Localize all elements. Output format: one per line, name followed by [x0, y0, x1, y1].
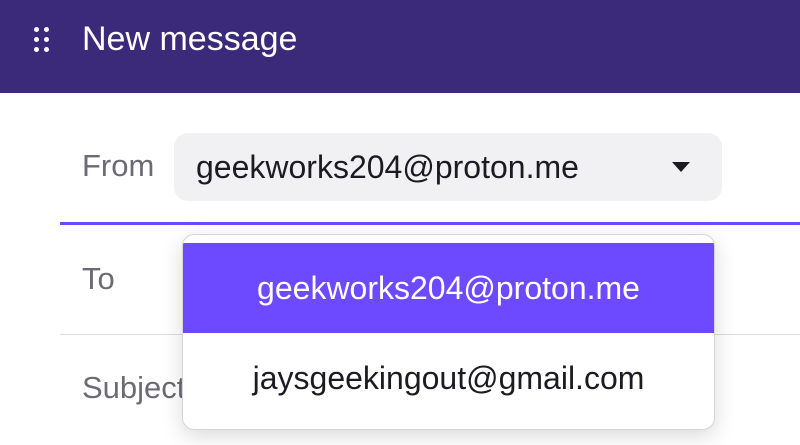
from-focus-underline [60, 222, 800, 225]
subject-label: Subject [82, 370, 186, 405]
from-label: From [82, 148, 155, 183]
from-value: geekworks204@proton.me [196, 149, 579, 185]
dropdown-option-selected[interactable]: geekworks204@proton.me [183, 243, 714, 333]
dropdown-option[interactable]: jaysgeekingout@gmail.com [183, 333, 714, 423]
from-address-dropdown: geekworks204@proton.me jaysgeekingout@gm… [182, 234, 715, 430]
composer-titlebar[interactable]: New message [0, 0, 800, 93]
from-select[interactable]: geekworks204@proton.me [174, 133, 722, 201]
drag-handle-icon[interactable] [34, 27, 50, 53]
caret-down-icon [672, 162, 690, 172]
composer-title: New message [82, 20, 298, 58]
to-label: To [82, 261, 115, 296]
